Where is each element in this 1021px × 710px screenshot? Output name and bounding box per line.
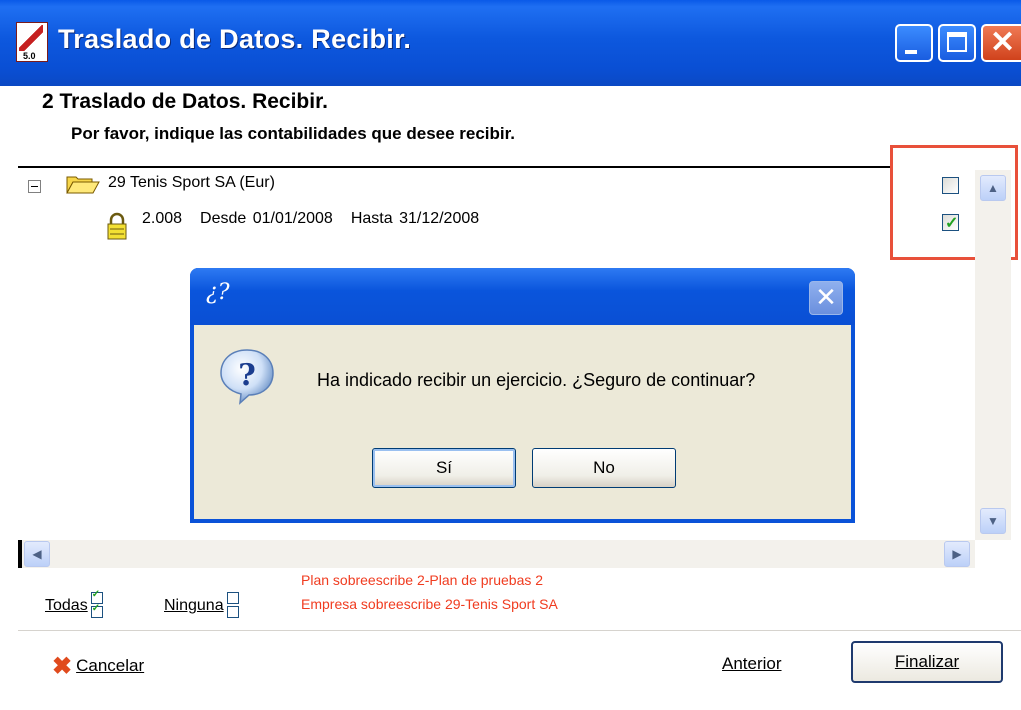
minimize-button[interactable] (895, 24, 933, 62)
page-title: 2 Traslado de Datos. Recibir. (42, 90, 328, 113)
select-none-icon (226, 592, 239, 620)
cancel-label: Cancelar (76, 655, 145, 675)
scroll-caret (18, 540, 22, 568)
lock-icon (107, 212, 127, 240)
no-button[interactable]: No (532, 448, 676, 488)
maximize-button[interactable] (938, 24, 976, 62)
yes-button[interactable]: Sí (372, 448, 516, 488)
cancel-button[interactable]: ✖ Cancelar (52, 652, 144, 681)
date-from: Desde 01/01/2008 (200, 210, 333, 227)
folder-open-icon (66, 176, 100, 194)
select-none-label: Ninguna (164, 597, 224, 615)
horizontal-scrollbar[interactable]: ◀ ▶ (18, 540, 975, 568)
dialog-message: Ha indicado recibir un ejercicio. ¿Segur… (317, 370, 756, 390)
select-all-link[interactable]: Todas (45, 589, 103, 620)
scroll-left-button[interactable]: ◀ (24, 541, 50, 567)
finish-button[interactable]: Finalizar (851, 641, 1003, 683)
cancel-x-icon: ✖ (52, 653, 73, 680)
previous-label: Anterior (722, 654, 782, 673)
footer-divider (18, 630, 1021, 631)
minimize-icon (905, 50, 917, 54)
tree-child-label[interactable]: 2.008 Desde 01/01/2008 Hasta 31/12/2008 (142, 210, 497, 228)
dialog-titlebar[interactable]: ¿? ✕ (190, 268, 855, 325)
finish-label: Finalizar (894, 652, 960, 671)
scroll-right-button[interactable]: ▶ (944, 541, 970, 567)
dialog-body: ? Ha indicado recibir un ejercicio. ¿Seg… (194, 325, 851, 519)
warning-plan: Plan sobreescribe 2-Plan de pruebas 2 (301, 572, 544, 588)
close-icon: ✕ (815, 282, 837, 312)
fiscal-year: 2.008 (142, 210, 183, 227)
vertical-scrollbar[interactable]: ▲ ▼ (975, 170, 1011, 540)
app-icon-version: 5.0 (23, 51, 36, 61)
scroll-up-button[interactable]: ▲ (980, 175, 1006, 201)
dialog-title: ¿? (206, 280, 230, 305)
scroll-down-button[interactable]: ▼ (980, 508, 1006, 534)
close-button[interactable]: ✕ (981, 24, 1021, 62)
previous-button[interactable]: Anterior (722, 654, 782, 674)
header-divider (18, 166, 891, 168)
svg-text:?: ? (238, 358, 256, 393)
confirm-dialog: ¿? ✕ ? Ha indicado recibir un ejercicio.… (190, 268, 855, 523)
app-icon: 5.0 (16, 22, 48, 62)
select-all-label: Todas (45, 597, 88, 615)
select-none-link[interactable]: Ninguna (164, 592, 239, 620)
collapse-toggle[interactable] (28, 180, 41, 193)
select-all-icon (90, 589, 103, 620)
window-titlebar[interactable]: 5.0 Traslado de Datos. Recibir. ✕ (0, 0, 1021, 86)
close-icon: ✕ (990, 26, 1016, 59)
page-subtitle: Por favor, indique las contabilidades qu… (71, 124, 516, 143)
date-to: Hasta 31/12/2008 (350, 210, 480, 227)
maximize-icon (947, 32, 967, 52)
question-icon: ? (220, 349, 274, 405)
tree-node-label[interactable]: 29 Tenis Sport SA (Eur) (108, 174, 275, 192)
window-title: Traslado de Datos. Recibir. (58, 24, 412, 54)
warning-company: Empresa sobreescribe 29-Tenis Sport SA (301, 596, 558, 612)
dialog-close-button[interactable]: ✕ (809, 281, 843, 315)
